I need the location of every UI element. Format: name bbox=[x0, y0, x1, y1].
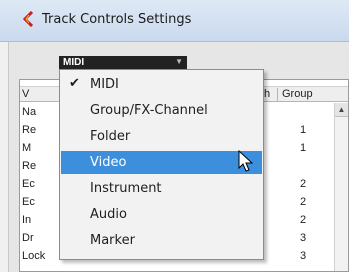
row-name-cell: Ec bbox=[22, 178, 35, 190]
row-group-cell: 2 bbox=[300, 214, 307, 226]
row-group-cell: 2 bbox=[300, 196, 307, 208]
checkmark-icon: ✔ bbox=[69, 76, 80, 91]
row-name-cell: Lock bbox=[22, 250, 46, 262]
menu-item-midi[interactable]: ✔ MIDI bbox=[61, 73, 262, 96]
menu-item-label: Marker bbox=[90, 233, 135, 248]
title-bar[interactable]: Track Controls Settings bbox=[0, 0, 349, 42]
track-type-select-value: MIDI bbox=[63, 57, 85, 68]
mouse-pointer-icon bbox=[238, 150, 254, 172]
track-type-menu: ✔ MIDI Group/FX-Channel Folder Video Instrume… bbox=[59, 69, 264, 260]
menu-item-label: Instrument bbox=[90, 181, 162, 196]
menu-item-marker[interactable]: Marker bbox=[61, 229, 262, 252]
menu-item-label: Group/FX-Channel bbox=[90, 103, 208, 118]
cubase-logo-icon bbox=[23, 11, 34, 27]
column-header-group[interactable]: Group bbox=[277, 88, 313, 102]
menu-item-label: Audio bbox=[90, 207, 127, 222]
row-group-cell: 1 bbox=[300, 124, 307, 136]
table-scrollbar[interactable]: ▲ bbox=[334, 103, 348, 271]
row-name-cell: Ec bbox=[22, 196, 35, 208]
menu-item-group-fx-channel[interactable]: Group/FX-Channel bbox=[61, 99, 262, 122]
scroll-up-icon[interactable]: ▲ bbox=[335, 103, 348, 117]
row-name-cell: Dr bbox=[22, 232, 34, 244]
window-title: Track Controls Settings bbox=[42, 12, 192, 27]
row-name-cell: In bbox=[22, 214, 32, 226]
settings-window: Track Controls Settings V h Group Na Re 1 M… bbox=[0, 0, 349, 272]
menu-item-instrument[interactable]: Instrument bbox=[61, 177, 262, 200]
menu-item-label: Video bbox=[90, 155, 127, 170]
column-header-width[interactable]: h bbox=[264, 88, 270, 100]
row-group-cell: 1 bbox=[300, 142, 307, 154]
column-header-name[interactable]: V bbox=[22, 88, 29, 100]
menu-item-audio[interactable]: Audio bbox=[61, 203, 262, 226]
row-group-cell: 3 bbox=[300, 232, 307, 244]
menu-item-label: Folder bbox=[90, 129, 131, 144]
row-name-cell: M bbox=[22, 142, 32, 154]
row-group-cell: 3 bbox=[300, 250, 307, 262]
row-name-cell: Re bbox=[22, 124, 37, 136]
menu-item-video[interactable]: Video bbox=[61, 151, 262, 174]
menu-item-folder[interactable]: Folder bbox=[61, 125, 262, 148]
row-group-cell: 2 bbox=[300, 178, 307, 190]
menu-item-label: MIDI bbox=[90, 77, 119, 92]
row-name-cell: Na bbox=[22, 106, 37, 118]
row-name-cell: Re bbox=[22, 160, 37, 172]
chevron-down-icon: ▼ bbox=[175, 57, 183, 66]
track-type-select[interactable]: MIDI ▼ bbox=[59, 56, 187, 70]
